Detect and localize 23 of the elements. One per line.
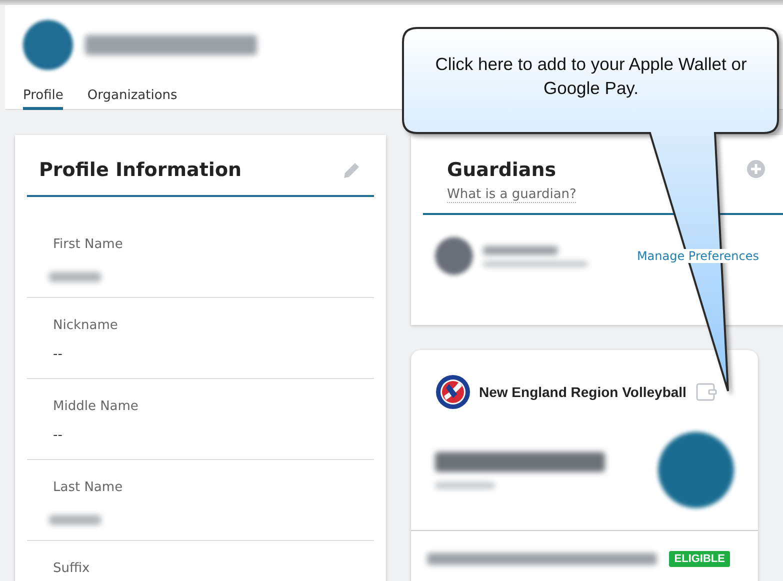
blurred-subtitle xyxy=(435,482,495,488)
status-badge: ELIGIBLE xyxy=(669,551,730,567)
manage-preferences-link[interactable]: Manage Preferences xyxy=(636,249,759,263)
field-label: Suffix xyxy=(53,561,91,576)
field-label: Middle Name xyxy=(53,399,140,414)
card-title: Guardians xyxy=(447,159,558,181)
photo-placeholder xyxy=(435,237,473,275)
field-label: First Name xyxy=(53,237,124,252)
wallet-icon[interactable] xyxy=(696,383,718,401)
field-value: -- xyxy=(53,347,64,362)
edit-icon[interactable] xyxy=(342,160,362,180)
avatar-circle xyxy=(23,20,73,70)
add-icon[interactable] xyxy=(746,159,766,179)
help-link[interactable]: What is a guardian? xyxy=(447,187,576,203)
tab[interactable]: Profile xyxy=(23,88,64,110)
card-title: Profile Information xyxy=(39,159,242,181)
field-label: Last Name xyxy=(53,480,124,495)
field-value: -- xyxy=(53,428,64,443)
organization-name: New England Region Volleyball xyxy=(479,384,686,400)
volleyball-logo-icon xyxy=(435,374,471,410)
field-label: Nickname xyxy=(53,318,119,333)
tab[interactable]: Organizations xyxy=(87,88,178,110)
callout-text: Click here to add to your Apple Wallet or Google Pay. xyxy=(434,53,748,100)
